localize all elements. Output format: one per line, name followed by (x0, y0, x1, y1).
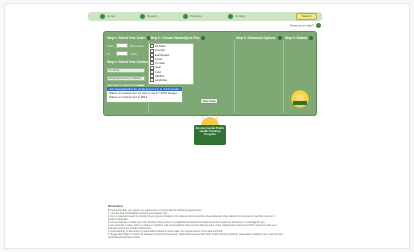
step1-label: Step 1: Select Your Scale (107, 36, 145, 40)
step4-label: Step 4: Submit (285, 36, 308, 40)
to-field[interactable] (116, 51, 128, 56)
hazard-option[interactable]: Landslide (149, 78, 193, 82)
step2-heading: Step 2: Choose Hazard(s) to Plot (150, 36, 206, 41)
content-select-a[interactable]: Country (107, 68, 145, 73)
nav-item-contact[interactable]: Contact (228, 14, 250, 19)
nav-item-home[interactable]: Home (100, 14, 120, 19)
disclaimer-heading: Disclaimer (108, 204, 124, 208)
program-logo-icon (290, 89, 310, 109)
from-unit: kilometers (130, 44, 144, 48)
help-icon (315, 23, 321, 28)
home-icon (100, 14, 105, 19)
map-data-button[interactable]: Map Data (200, 98, 218, 104)
help-link[interactable]: Need some help? (290, 23, 321, 28)
nav-item-reports[interactable]: Reports (140, 14, 162, 19)
step3-heading: Step 3: Advanced Options (236, 36, 282, 41)
help-label: Need some help? (290, 23, 314, 28)
select-content-label: Step 2: Select Your Content (107, 60, 149, 64)
info-icon[interactable] (309, 36, 314, 41)
column-divider (283, 41, 284, 113)
banner-line3: Program (204, 132, 216, 136)
nav-label: Products (190, 14, 202, 18)
step4-heading: Step 4: Submit (285, 36, 314, 41)
step3-label: Step 3: Advanced Options (236, 36, 276, 40)
program-banner: Environmental Public Health Tracking Pro… (194, 115, 226, 146)
nav-label: Home (107, 14, 116, 18)
step2-label: Step 2: Choose Hazard(s) to Plot (150, 36, 200, 40)
to-label: To (107, 52, 111, 56)
hazard-checklist: All Risks Drought Earthquake Flood Torna… (148, 43, 194, 85)
info-icon[interactable] (277, 36, 282, 41)
to-unit: miles (130, 52, 138, 56)
column-divider (234, 41, 235, 113)
search-button[interactable]: Search (296, 13, 317, 20)
step1-heading: Step 1: Select Your Scale (107, 36, 151, 41)
reports-icon (140, 14, 145, 19)
nav-item-products[interactable]: Products (183, 14, 207, 19)
disclaimer-line: ephtracking/showHome.action (108, 236, 141, 239)
from-field[interactable] (116, 43, 128, 48)
measure-dropdown-list: Job characteristics for employee in a 1,… (106, 86, 183, 103)
nav-label: Reports (147, 14, 158, 18)
disclaimer-section: Disclaimer By using this data, you signi… (108, 204, 308, 239)
dropdown-option[interactable]: Status of employment in 2014 (107, 95, 182, 99)
content-select-b[interactable]: Employment by Industry (107, 76, 145, 81)
contact-icon (228, 14, 233, 19)
nav-label: Contact (235, 14, 246, 18)
products-icon (183, 14, 188, 19)
from-label: From (107, 44, 114, 48)
info-icon[interactable] (201, 36, 206, 41)
